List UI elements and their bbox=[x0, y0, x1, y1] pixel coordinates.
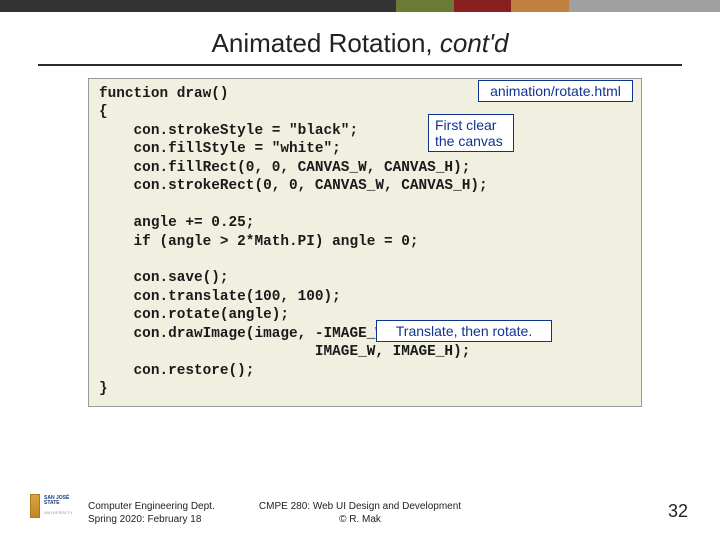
title-cont: cont'd bbox=[440, 28, 509, 58]
page-number: 32 bbox=[668, 501, 688, 522]
callout-translate-rotate: Translate, then rotate. bbox=[376, 320, 552, 342]
code-text: function draw() { con.strokeStyle = "bla… bbox=[99, 85, 631, 398]
decorative-top-bar bbox=[0, 0, 720, 12]
bar-segment bbox=[569, 0, 720, 12]
footer: SAN JOSÉ STATE UNIVERSITY Computer Engin… bbox=[0, 490, 720, 530]
footer-author: © R. Mak bbox=[0, 514, 720, 527]
callout-file-name: animation/rotate.html bbox=[478, 80, 633, 102]
slide-title: Animated Rotation, cont'd bbox=[0, 28, 720, 59]
bar-segment bbox=[511, 0, 569, 12]
bar-segment bbox=[454, 0, 512, 12]
title-main: Animated Rotation, bbox=[212, 28, 440, 58]
bar-segment bbox=[396, 0, 454, 12]
code-block: function draw() { con.strokeStyle = "bla… bbox=[88, 78, 642, 407]
callout-clear-canvas: First clear the canvas bbox=[428, 114, 514, 152]
footer-center: CMPE 280: Web UI Design and Development … bbox=[0, 501, 720, 526]
title-rule bbox=[38, 64, 682, 66]
bar-segment bbox=[0, 0, 396, 12]
footer-course: CMPE 280: Web UI Design and Development bbox=[0, 501, 720, 514]
